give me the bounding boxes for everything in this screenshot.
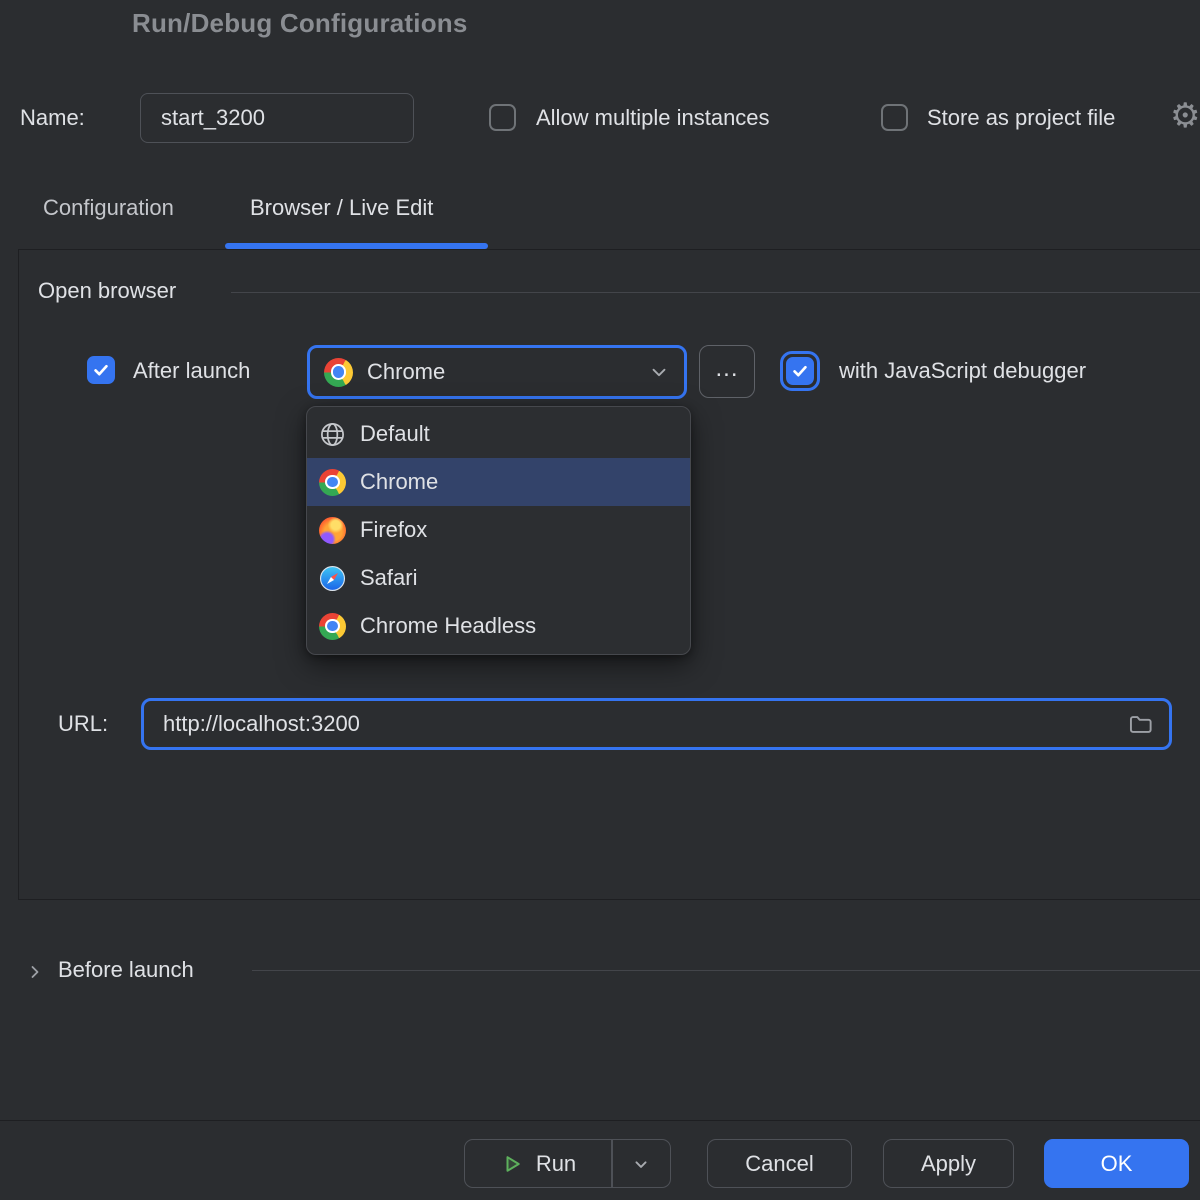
- url-label: URL:: [58, 711, 108, 737]
- chevron-down-icon: [631, 1154, 651, 1174]
- after-launch-checkbox[interactable]: [87, 356, 115, 384]
- with-js-debugger-checkbox[interactable]: [786, 357, 814, 385]
- chrome-icon: [319, 613, 346, 640]
- ok-button[interactable]: OK: [1044, 1139, 1189, 1188]
- check-icon: [91, 360, 111, 380]
- browser-live-edit-panel: Open browser After launch Chrome ... wit…: [18, 249, 1200, 900]
- play-icon: [500, 1152, 524, 1176]
- menu-item-label: Firefox: [360, 517, 427, 543]
- menu-item-label: Safari: [360, 565, 417, 591]
- chevron-right-icon[interactable]: [25, 962, 45, 982]
- js-debugger-focus-ring: [780, 351, 820, 391]
- with-js-debugger-label: with JavaScript debugger: [839, 357, 1086, 385]
- run-options-dropdown-button[interactable]: [613, 1140, 671, 1187]
- after-launch-label: After launch: [133, 357, 250, 385]
- check-icon: [790, 361, 810, 381]
- run-button[interactable]: Run: [465, 1140, 611, 1187]
- browser-select[interactable]: Chrome: [307, 345, 687, 399]
- chrome-icon: [319, 469, 346, 496]
- store-as-project-file-checkbox[interactable]: [881, 104, 908, 131]
- chrome-icon: [324, 358, 353, 387]
- cancel-button[interactable]: Cancel: [707, 1139, 852, 1188]
- url-input-wrapper: [141, 698, 1172, 750]
- chevron-down-icon: [648, 361, 670, 383]
- menu-item-label: Default: [360, 421, 430, 447]
- globe-icon: [319, 421, 346, 448]
- tab-configuration[interactable]: Configuration: [43, 195, 174, 221]
- menu-item-safari[interactable]: Safari: [307, 554, 690, 602]
- menu-item-label: Chrome: [360, 469, 438, 495]
- url-input[interactable]: [144, 711, 1127, 737]
- run-split-button: Run: [464, 1139, 671, 1188]
- menu-item-chrome-headless[interactable]: Chrome Headless: [307, 602, 690, 650]
- open-browser-divider: [231, 292, 1200, 293]
- name-input[interactable]: [140, 93, 414, 143]
- before-launch-divider: [252, 970, 1200, 971]
- browser-select-value: Chrome: [367, 359, 445, 385]
- run-button-label: Run: [536, 1151, 576, 1177]
- menu-item-firefox[interactable]: Firefox: [307, 506, 690, 554]
- before-launch-label[interactable]: Before launch: [58, 957, 194, 983]
- name-label: Name:: [20, 105, 85, 131]
- gear-icon[interactable]: ⚙: [1170, 99, 1200, 133]
- store-as-project-file-label: Store as project file: [927, 104, 1115, 132]
- apply-button[interactable]: Apply: [883, 1139, 1014, 1188]
- menu-item-chrome[interactable]: Chrome: [307, 458, 690, 506]
- footer-button-bar: Run Cancel Apply OK: [0, 1120, 1200, 1200]
- menu-item-label: Chrome Headless: [360, 613, 536, 639]
- dialog-title: Run/Debug Configurations: [132, 8, 468, 39]
- folder-icon[interactable]: [1127, 711, 1154, 738]
- allow-multiple-instances-checkbox[interactable]: [489, 104, 516, 131]
- firefox-icon: [319, 517, 346, 544]
- browse-more-button[interactable]: ...: [699, 345, 755, 398]
- tab-browser-live-edit[interactable]: Browser / Live Edit: [250, 195, 433, 221]
- safari-icon: [319, 565, 346, 592]
- browser-dropdown-menu: Default Chrome Firefox Safari Chrome Hea…: [306, 406, 691, 655]
- menu-item-default[interactable]: Default: [307, 410, 690, 458]
- open-browser-section-title: Open browser: [38, 278, 176, 304]
- allow-multiple-instances-label: Allow multiple instances: [536, 104, 770, 132]
